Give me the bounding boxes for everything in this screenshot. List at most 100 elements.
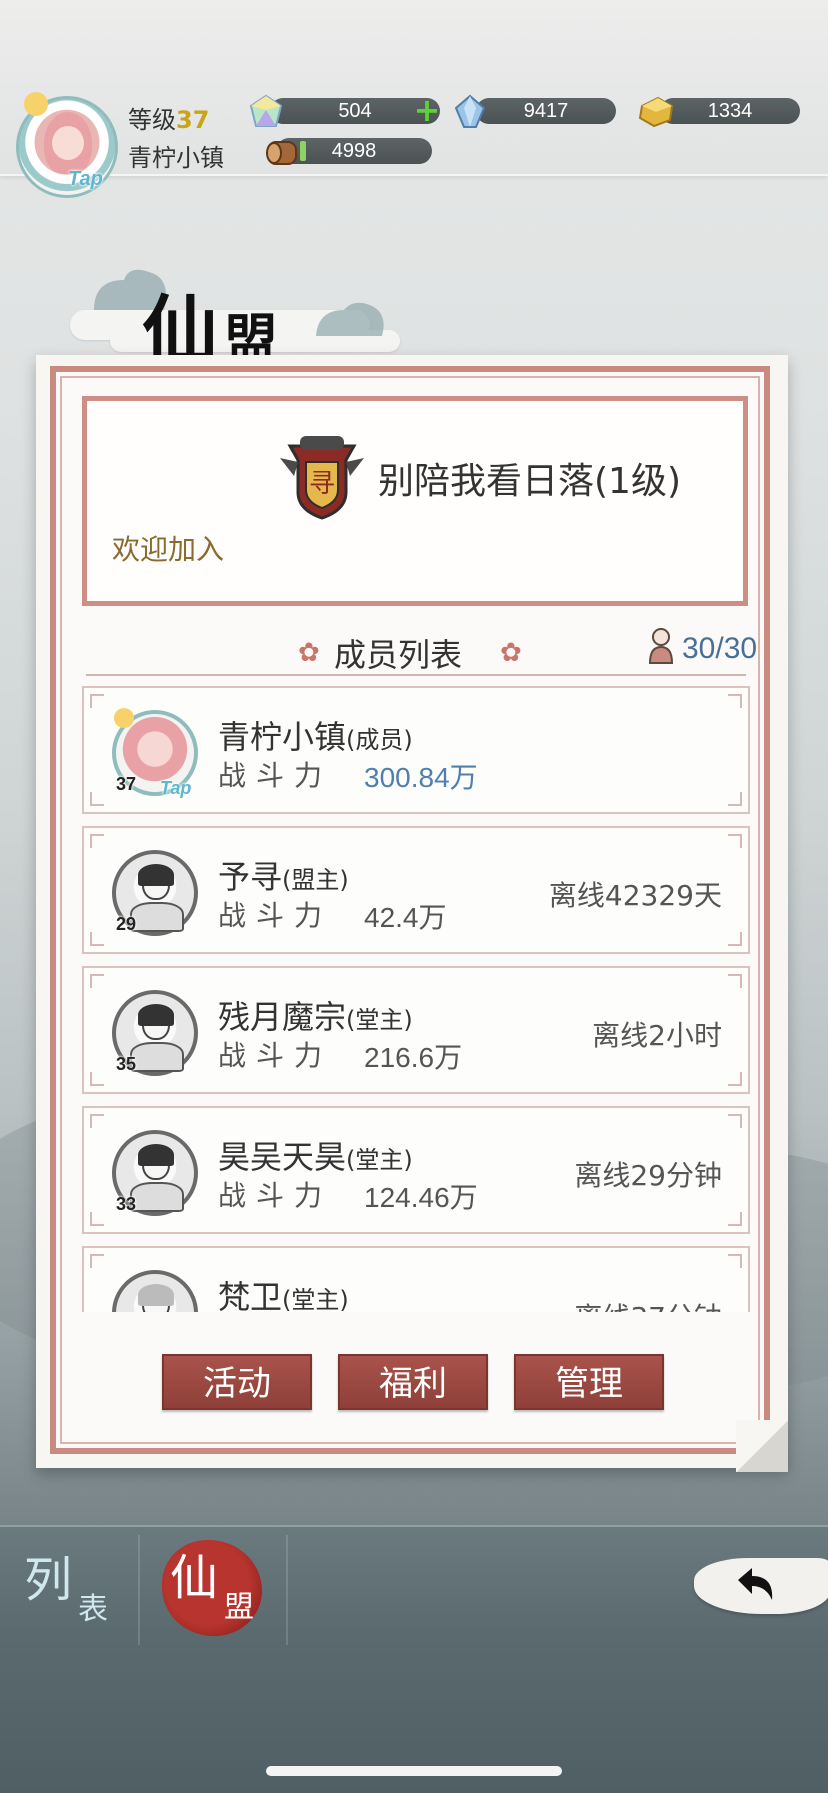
- welfare-button[interactable]: 福利: [338, 1354, 488, 1410]
- list-divider: [86, 674, 746, 676]
- guild-name: 别陪我看日落(1级): [378, 461, 681, 502]
- row-corner: [90, 1114, 104, 1128]
- member-name: 昊吴天昊(堂主): [218, 1132, 413, 1178]
- row-corner: [90, 974, 104, 988]
- sun-decoration-icon: [24, 92, 48, 116]
- member-tap-badge: Tap: [160, 778, 192, 798]
- row-corner: [728, 1114, 742, 1128]
- avatar-hair: [138, 1284, 174, 1306]
- power-label: 战斗力: [218, 759, 333, 792]
- level-label: 等级: [128, 106, 176, 134]
- tab-guild-label-small: 盟: [224, 1590, 254, 1625]
- gold-value: 1334: [707, 100, 753, 122]
- tab-guild-label-big: 仙: [170, 1550, 219, 1606]
- row-corner: [728, 932, 742, 946]
- crystal-icon: [454, 94, 486, 128]
- member-name: 予寻(盟主): [218, 852, 349, 898]
- row-corner: [728, 1254, 742, 1268]
- row-corner: [728, 974, 742, 988]
- member-status: 离线2小时: [592, 1019, 722, 1052]
- avatar-body: [130, 902, 184, 932]
- avatar-hair: [138, 864, 174, 886]
- member-level: 33: [116, 1194, 137, 1214]
- tab-list-label-small: 表: [78, 1592, 108, 1627]
- cloud-decoration-icon: [316, 302, 384, 336]
- member-row[interactable]: 33 昊吴天昊(堂主) 战斗力 124.46万 离线29分钟: [82, 1106, 750, 1234]
- member-row[interactable]: 35 残月魔宗(堂主) 战斗力 216.6万 离线2小时: [82, 966, 750, 1094]
- crystal-value: 9417: [523, 100, 569, 122]
- row-corner: [728, 792, 742, 806]
- flower-decoration-icon: ✿: [500, 638, 522, 668]
- member-level: 37: [116, 774, 137, 794]
- wood-log-icon: [266, 141, 297, 165]
- row-corner: [728, 694, 742, 708]
- avatar-hair: [138, 1144, 174, 1166]
- tab-separator: [286, 1535, 288, 1645]
- back-button[interactable]: [680, 1548, 828, 1620]
- sun-decoration-icon: [114, 708, 134, 728]
- member-power: 300.84万: [364, 762, 478, 793]
- power-label: 战斗力: [218, 899, 333, 932]
- player-name: 青柠小镇: [128, 144, 224, 172]
- row-corner: [728, 1072, 742, 1086]
- page-curl-decoration: [736, 1420, 788, 1472]
- row-corner: [728, 834, 742, 848]
- member-level: 29: [116, 914, 137, 934]
- row-corner: [90, 834, 104, 848]
- tab-list-label-big: 列: [24, 1552, 73, 1608]
- member-status: 离线42329天: [548, 879, 722, 912]
- gem-icon: [249, 94, 283, 127]
- member-name-text: 予寻: [218, 858, 283, 896]
- avatar-tap-badge: Tap: [68, 168, 103, 190]
- member-name-text: 残月魔宗: [218, 998, 347, 1036]
- member-list[interactable]: 37 Tap 青柠小镇(成员) 战斗力 300.84万 29 予寻(盟主) 战斗…: [80, 680, 756, 1312]
- row-corner: [90, 1254, 104, 1268]
- row-corner: [90, 694, 104, 708]
- member-role: (堂主): [282, 1286, 349, 1312]
- member-status: 离线37分钟: [574, 1296, 722, 1312]
- level-value: 37: [176, 106, 210, 134]
- member-power: 124.46万: [364, 1182, 478, 1213]
- row-corner: [90, 932, 104, 946]
- row-corner: [90, 1072, 104, 1086]
- member-role: (堂主): [346, 1006, 413, 1034]
- gem-value: 504: [338, 100, 372, 122]
- member-power: 42.4万: [364, 902, 447, 933]
- member-role: (成员): [346, 726, 413, 754]
- tab-separator: [138, 1535, 140, 1645]
- manage-button[interactable]: 管理: [514, 1354, 664, 1410]
- gold-counter: 1334: [660, 98, 800, 124]
- member-name: 梵卫(堂主): [218, 1272, 349, 1312]
- power-label: 战斗力: [218, 1179, 333, 1212]
- power-label: 战斗力: [218, 1039, 333, 1072]
- row-corner: [90, 792, 104, 806]
- row-corner: [728, 1212, 742, 1226]
- member-status: 离线29分钟: [574, 1159, 722, 1192]
- member-row-self[interactable]: 37 Tap 青柠小镇(成员) 战斗力 300.84万: [82, 686, 750, 814]
- player-level: 等级37: [128, 100, 209, 135]
- home-indicator[interactable]: [266, 1766, 562, 1776]
- member-row[interactable]: 梵卫(堂主) 离线37分钟: [82, 1246, 750, 1312]
- tab-guild[interactable]: 仙 盟: [158, 1534, 268, 1644]
- avatar-face: [52, 126, 84, 160]
- back-arrow-icon: [738, 1568, 773, 1600]
- crystal-counter: 9417: [476, 98, 616, 124]
- member-name-text: 青柠小镇: [218, 718, 347, 756]
- activity-button[interactable]: 活动: [162, 1354, 312, 1410]
- wood-value: 4998: [331, 140, 377, 162]
- gold-ingot-icon: [638, 96, 674, 128]
- member-name-text: 昊吴天昊: [218, 1138, 347, 1176]
- guild-emblem-icon: 寻: [280, 436, 364, 520]
- member-row[interactable]: 29 予寻(盟主) 战斗力 42.4万 离线42329天: [82, 826, 750, 954]
- tab-list[interactable]: 列 表: [18, 1540, 136, 1640]
- guild-emblem-text: 寻: [309, 469, 335, 499]
- member-avatar[interactable]: [112, 1270, 198, 1312]
- row-corner: [90, 1212, 104, 1226]
- member-name: 青柠小镇(成员): [218, 712, 413, 758]
- member-power: 216.6万: [364, 1042, 463, 1073]
- member-role: (堂主): [346, 1146, 413, 1174]
- member-role: (盟主): [282, 866, 349, 894]
- member-count-icon: [648, 628, 674, 664]
- guild-welcome-text: 欢迎加入: [112, 533, 225, 566]
- add-gem-button[interactable]: +: [412, 94, 442, 127]
